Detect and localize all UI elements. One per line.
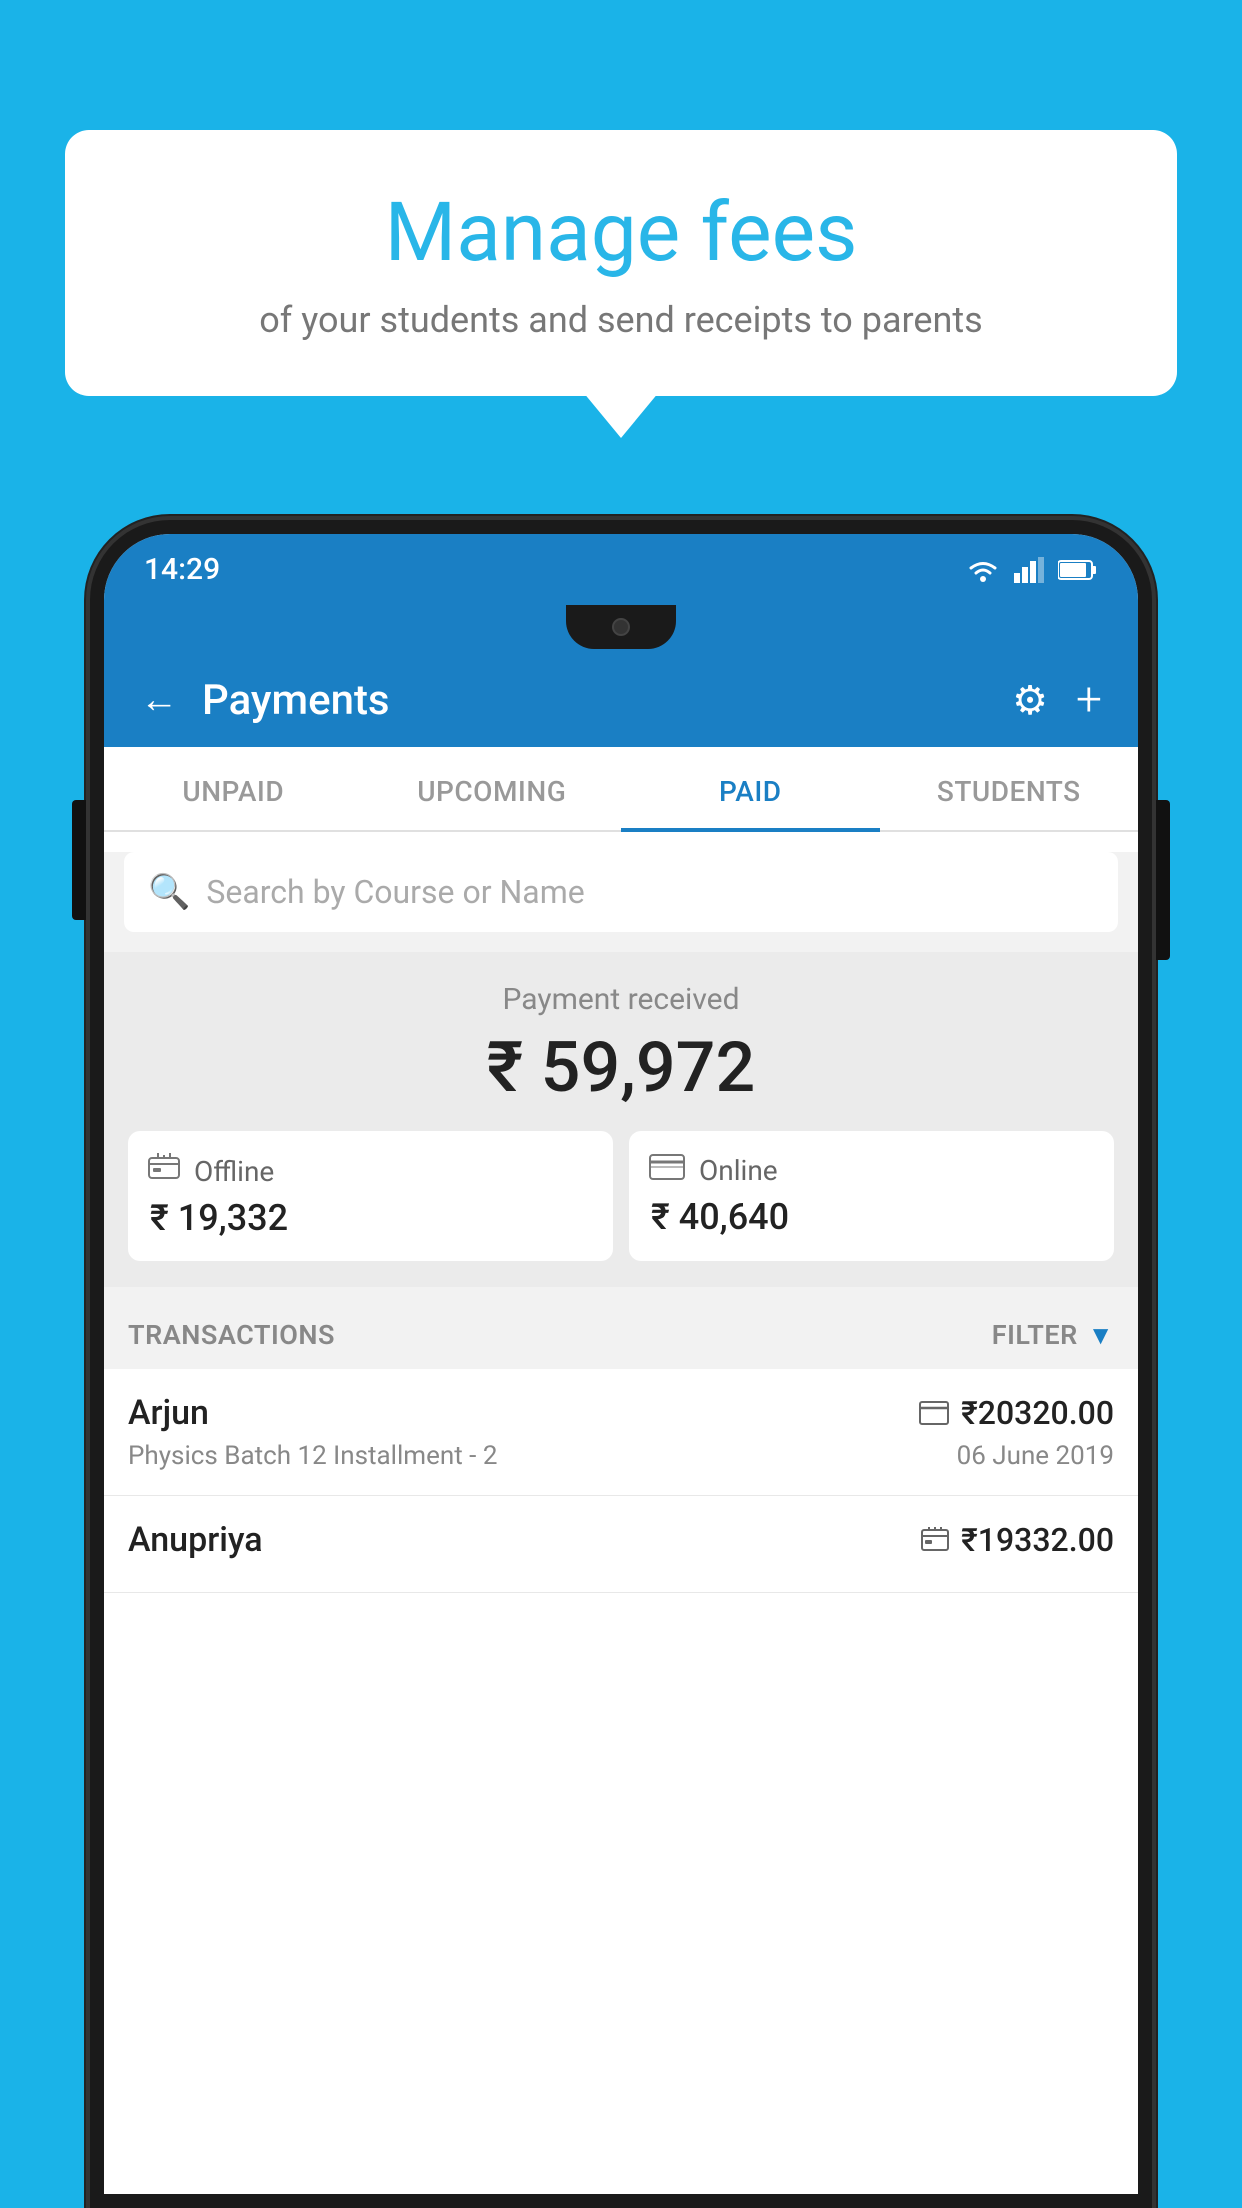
transactions-label: TRANSACTIONS: [128, 1319, 335, 1351]
speech-bubble-container: Manage fees of your students and send re…: [65, 130, 1177, 396]
online-label: Online: [699, 1154, 778, 1187]
transaction-item-anupriya[interactable]: Anupriya ₹19332.00: [104, 1496, 1138, 1593]
battery-icon: [1058, 559, 1098, 581]
bubble-title: Manage fees: [125, 185, 1117, 281]
online-payment-icon: [919, 1401, 949, 1425]
status-bar: 14:29: [104, 534, 1138, 601]
search-icon: 🔍: [148, 872, 190, 912]
offline-payment-icon: [921, 1527, 949, 1553]
phone-screen: 14:29: [104, 534, 1138, 2194]
offline-amount: ₹ 19,332: [150, 1197, 288, 1239]
online-amount: ₹ 40,640: [651, 1196, 789, 1238]
back-button[interactable]: ←: [140, 678, 178, 722]
payment-total-amount: ₹ 59,972: [124, 1027, 1118, 1109]
online-card-header: Online: [649, 1153, 778, 1188]
phone-frame: 14:29: [90, 520, 1152, 2208]
transaction-item-arjun[interactable]: Arjun ₹20320.00 Physics Batch 12 Install…: [104, 1369, 1138, 1496]
filter-button[interactable]: FILTER ▼: [992, 1319, 1114, 1351]
status-icons: [966, 557, 1098, 583]
tab-paid[interactable]: PAID: [621, 747, 880, 830]
filter-label: FILTER: [992, 1319, 1078, 1351]
bubble-subtitle: of your students and send receipts to pa…: [125, 299, 1117, 341]
status-time: 14:29: [144, 552, 220, 587]
app-bar-title: Payments: [202, 676, 390, 725]
tab-students[interactable]: STUDENTS: [880, 747, 1139, 830]
app-bar: ← Payments ⚙ +: [104, 653, 1138, 747]
transaction-name-arjun: Arjun: [128, 1393, 209, 1433]
app-bar-right: ⚙ +: [1012, 673, 1102, 727]
tab-unpaid[interactable]: UNPAID: [104, 747, 363, 830]
offline-card-header: Offline: [148, 1153, 274, 1189]
content-area: 🔍 Search by Course or Name Payment recei…: [104, 852, 1138, 1593]
transaction-name-anupriya: Anupriya: [128, 1520, 263, 1560]
amount-arjun: ₹20320.00: [961, 1394, 1114, 1432]
offline-card: Offline ₹ 19,332: [128, 1131, 613, 1261]
transaction-row2: Physics Batch 12 Installment - 2 06 June…: [128, 1441, 1114, 1471]
amount-anupriya: ₹19332.00: [961, 1521, 1114, 1559]
online-card: Online ₹ 40,640: [629, 1131, 1114, 1261]
payment-received-section: Payment received ₹ 59,972: [104, 952, 1138, 1287]
offline-icon: [148, 1153, 180, 1189]
transactions-header: TRANSACTIONS FILTER ▼: [104, 1297, 1138, 1369]
notch: [566, 605, 676, 649]
payment-cards: Offline ₹ 19,332: [124, 1131, 1118, 1261]
transaction-row1-anupriya: Anupriya ₹19332.00: [128, 1520, 1114, 1560]
transaction-amount-arjun: ₹20320.00: [919, 1394, 1114, 1432]
wifi-icon: [966, 557, 1000, 583]
add-button[interactable]: +: [1076, 673, 1102, 727]
transaction-date-arjun: 06 June 2019: [957, 1441, 1114, 1471]
search-bar[interactable]: 🔍 Search by Course or Name: [124, 852, 1118, 932]
signal-icon: [1014, 557, 1044, 583]
tab-upcoming[interactable]: UPCOMING: [363, 747, 622, 830]
payment-received-label: Payment received: [124, 982, 1118, 1017]
offline-label: Offline: [194, 1155, 274, 1188]
notch-area: [104, 601, 1138, 653]
speech-bubble: Manage fees of your students and send re…: [65, 130, 1177, 396]
transaction-row1: Arjun ₹20320.00: [128, 1393, 1114, 1433]
camera: [612, 618, 630, 636]
settings-button[interactable]: ⚙: [1012, 677, 1048, 724]
tabs: UNPAID UPCOMING PAID STUDENTS: [104, 747, 1138, 832]
filter-icon: ▼: [1088, 1320, 1114, 1351]
transaction-course-arjun: Physics Batch 12 Installment - 2: [128, 1441, 497, 1471]
online-icon: [649, 1153, 685, 1188]
app-bar-left: ← Payments: [140, 676, 390, 725]
search-input[interactable]: Search by Course or Name: [206, 873, 584, 911]
transaction-amount-anupriya: ₹19332.00: [921, 1521, 1114, 1559]
